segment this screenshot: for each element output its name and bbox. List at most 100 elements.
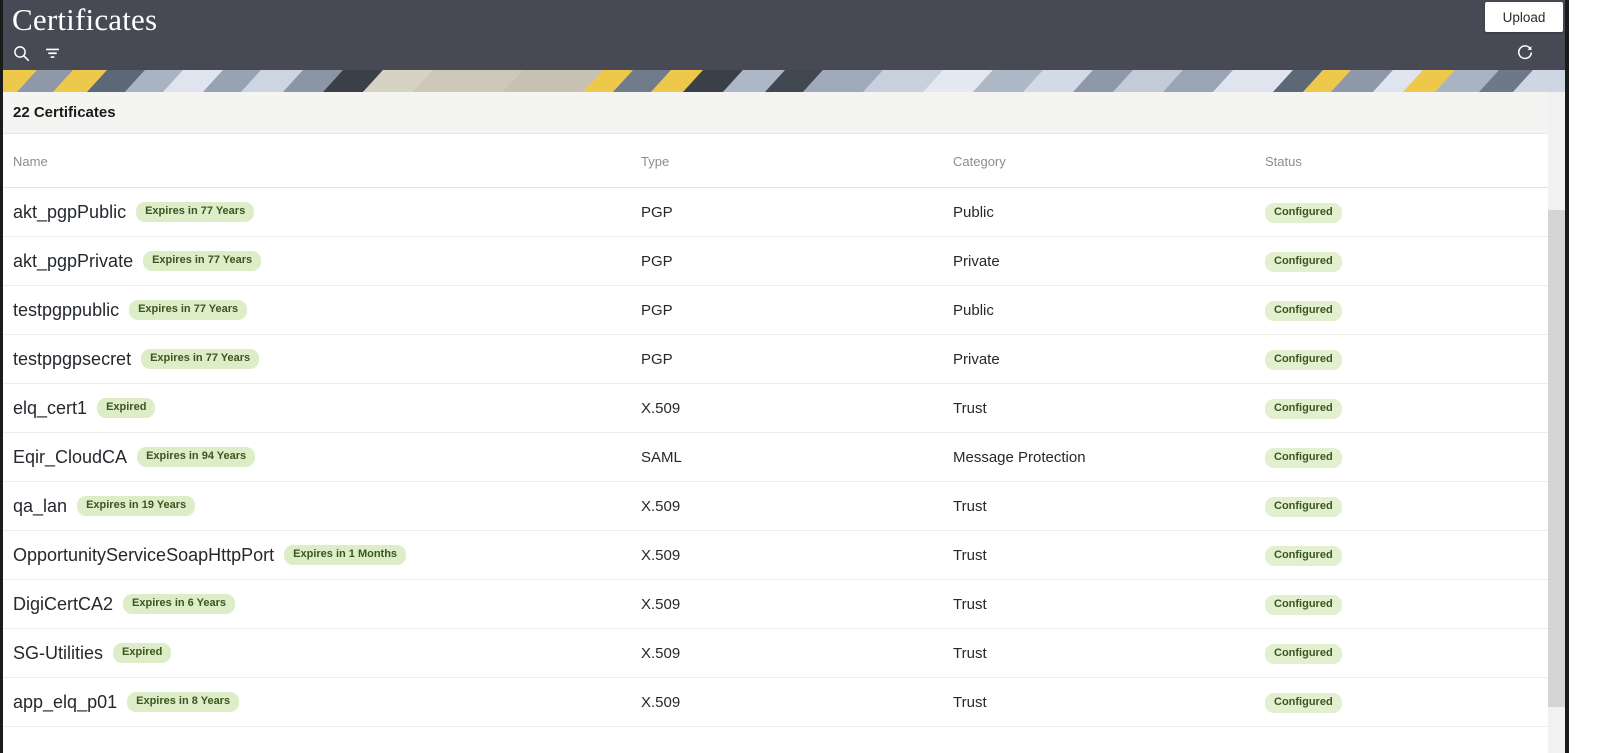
table-header-row: Name Type Category Status: [3, 134, 1565, 188]
certificate-name-link[interactable]: Eqir_CloudCA: [13, 447, 127, 468]
expiry-badge: Expires in 1 Months: [284, 545, 407, 565]
name-with-expiry: Eqir_CloudCA Expires in 94 Years: [13, 447, 641, 468]
cell-type: X.509: [641, 628, 953, 678]
table-row[interactable]: akt_pgpPrivate Expires in 77 Years PGP Priv…: [3, 236, 1565, 286]
cell-status: Configured: [1265, 285, 1565, 335]
certificate-count-band: 22 Certificates: [3, 92, 1565, 134]
certificates-panel: 22 Certificates Name Type Category Statu…: [3, 92, 1565, 753]
certificate-name-link[interactable]: qa_lan: [13, 496, 67, 517]
name-with-expiry: qa_lan Expires in 19 Years: [13, 496, 641, 517]
upload-button[interactable]: Upload: [1485, 2, 1563, 32]
table-row[interactable]: akt_pgpPublic Expires in 77 Years PGP Publi…: [3, 187, 1565, 237]
status-badge: Configured: [1265, 692, 1342, 713]
table-row[interactable]: Eqir_CloudCA Expires in 94 Years SAML Messa…: [3, 432, 1565, 482]
cell-category: Public: [953, 187, 1265, 237]
status-badge: Configured: [1265, 447, 1342, 468]
cell-category: Trust: [953, 677, 1265, 727]
table-row[interactable]: testppgpsecret Expires in 77 Years PGP Priv…: [3, 334, 1565, 384]
table-row[interactable]: OpportunityServiceSoapHttpPort Expires in…: [3, 530, 1565, 580]
status-badge: Configured: [1265, 398, 1342, 419]
certificate-name-link[interactable]: app_elq_p01: [13, 692, 117, 713]
vertical-scrollbar-thumb[interactable]: [1548, 210, 1565, 707]
table-row[interactable]: SG-Utilities Expired X.509 Trust Configured: [3, 628, 1565, 678]
cell-name: SG-Utilities Expired: [3, 628, 641, 678]
cell-status: Configured: [1265, 187, 1565, 237]
name-with-expiry: testppgpsecret Expires in 77 Years: [13, 349, 641, 370]
filter-icon[interactable]: [42, 43, 62, 63]
certificate-name-link[interactable]: SG-Utilities: [13, 643, 103, 664]
app-header: Certificates Upload: [3, 0, 1565, 70]
table-body: akt_pgpPublic Expires in 77 Years PGP Publi…: [3, 187, 1565, 727]
column-header-status[interactable]: Status: [1265, 134, 1565, 188]
cell-type: SAML: [641, 432, 953, 482]
cell-type: PGP: [641, 236, 953, 286]
certificate-name-link[interactable]: OpportunityServiceSoapHttpPort: [13, 545, 274, 566]
cell-type: X.509: [641, 481, 953, 531]
certificate-name-link[interactable]: akt_pgpPrivate: [13, 251, 133, 272]
cell-status: Configured: [1265, 236, 1565, 286]
cell-status: Configured: [1265, 579, 1565, 629]
refresh-icon[interactable]: [1515, 43, 1535, 63]
cell-status: Configured: [1265, 481, 1565, 531]
cell-type: X.509: [641, 677, 953, 727]
expiry-badge: Expired: [97, 398, 156, 418]
column-header-name[interactable]: Name: [3, 134, 641, 188]
expiry-badge: Expired: [113, 643, 172, 663]
name-with-expiry: OpportunityServiceSoapHttpPort Expires in…: [13, 545, 641, 566]
cell-category: Public: [953, 285, 1265, 335]
cell-type: X.509: [641, 530, 953, 580]
table-row[interactable]: DigiCertCA2 Expires in 6 Years X.509 Trust C…: [3, 579, 1565, 629]
search-icon[interactable]: [11, 43, 31, 63]
cell-category: Trust: [953, 481, 1265, 531]
cell-category: Trust: [953, 383, 1265, 433]
certificate-name-link[interactable]: testppgpsecret: [13, 349, 131, 370]
cell-status: Configured: [1265, 530, 1565, 580]
name-with-expiry: elq_cert1 Expired: [13, 398, 641, 419]
cell-category: Private: [953, 334, 1265, 384]
table-row[interactable]: testpgppublic Expires in 77 Years PGP Publi…: [3, 285, 1565, 335]
cell-category: Private: [953, 236, 1265, 286]
cell-status: Configured: [1265, 628, 1565, 678]
cell-name: DigiCertCA2 Expires in 6 Years: [3, 579, 641, 629]
window-right-border: [1565, 0, 1569, 753]
name-with-expiry: app_elq_p01 Expires in 8 Years: [13, 692, 641, 713]
name-with-expiry: akt_pgpPrivate Expires in 77 Years: [13, 251, 641, 272]
table-row[interactable]: elq_cert1 Expired X.509 Trust Configured: [3, 383, 1565, 433]
cell-name: app_elq_p01 Expires in 8 Years: [3, 677, 641, 727]
certificate-count: 22 Certificates: [13, 104, 116, 121]
cell-status: Configured: [1265, 383, 1565, 433]
expiry-badge: Expires in 77 Years: [136, 202, 255, 222]
table-row[interactable]: qa_lan Expires in 19 Years X.509 Trust Confi…: [3, 481, 1565, 531]
cell-name: akt_pgpPrivate Expires in 77 Years: [3, 236, 641, 286]
status-badge: Configured: [1265, 251, 1342, 272]
expiry-badge: Expires in 6 Years: [123, 594, 236, 614]
status-badge: Configured: [1265, 349, 1342, 370]
certificate-name-link[interactable]: DigiCertCA2: [13, 594, 113, 615]
cell-type: X.509: [641, 383, 953, 433]
app-window: Certificates Upload 22 Certificates Name…: [0, 0, 1603, 753]
name-with-expiry: akt_pgpPublic Expires in 77 Years: [13, 202, 641, 223]
name-with-expiry: DigiCertCA2 Expires in 6 Years: [13, 594, 641, 615]
cell-status: Configured: [1265, 432, 1565, 482]
cell-status: Configured: [1265, 677, 1565, 727]
cell-status: Configured: [1265, 334, 1565, 384]
column-header-type[interactable]: Type: [641, 134, 953, 188]
cell-category: Trust: [953, 530, 1265, 580]
decorative-banner-image: [3, 70, 1565, 92]
expiry-badge: Expires in 77 Years: [143, 251, 262, 271]
cell-name: testpgppublic Expires in 77 Years: [3, 285, 641, 335]
cell-category: Trust: [953, 579, 1265, 629]
window-right-gutter: [1569, 0, 1603, 753]
name-with-expiry: testpgppublic Expires in 77 Years: [13, 300, 641, 321]
expiry-badge: Expires in 77 Years: [129, 300, 248, 320]
column-header-category[interactable]: Category: [953, 134, 1265, 188]
expiry-badge: Expires in 19 Years: [77, 496, 196, 516]
certificate-name-link[interactable]: elq_cert1: [13, 398, 87, 419]
certificate-name-link[interactable]: akt_pgpPublic: [13, 202, 126, 223]
expiry-badge: Expires in 94 Years: [137, 447, 256, 467]
table-row[interactable]: app_elq_p01 Expires in 8 Years X.509 Trust C…: [3, 677, 1565, 727]
cell-name: testppgpsecret Expires in 77 Years: [3, 334, 641, 384]
cell-type: PGP: [641, 187, 953, 237]
cell-category: Message Protection: [953, 432, 1265, 482]
certificate-name-link[interactable]: testpgppublic: [13, 300, 119, 321]
